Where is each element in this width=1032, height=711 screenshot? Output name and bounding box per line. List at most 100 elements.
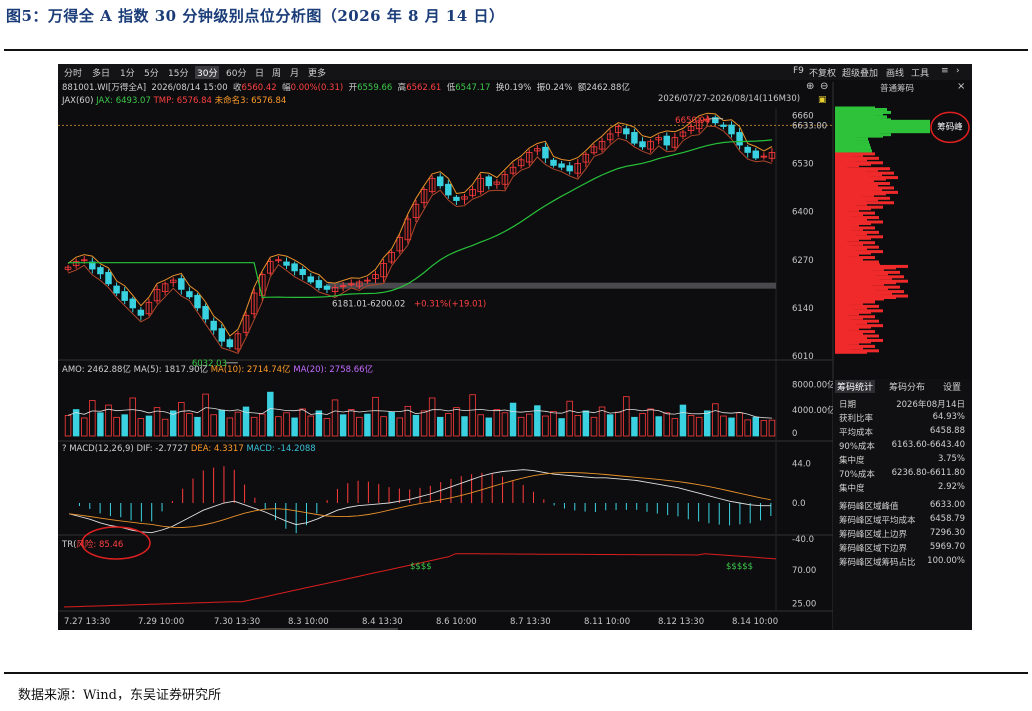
volume-bar <box>372 396 379 437</box>
volume-bar <box>663 412 671 437</box>
period-tab[interactable]: 15分 <box>168 66 188 79</box>
tab-settings[interactable]: 设置 <box>943 380 961 393</box>
volume-bar <box>234 411 242 437</box>
support-band <box>328 282 776 289</box>
arrow-circle-icon[interactable]: ⊖ <box>820 81 828 92</box>
volume-bar <box>153 407 161 437</box>
tools-button[interactable]: 工具 <box>911 66 929 79</box>
volume-bar <box>121 414 128 437</box>
volume-bar <box>720 415 727 437</box>
more-menu[interactable]: 更多 <box>308 66 326 79</box>
amo-ma20: MA(20): 2758.66亿 <box>293 365 374 375</box>
volume-bar <box>202 393 209 437</box>
volume-bar <box>339 414 347 437</box>
period-tab-active[interactable]: 30分 <box>195 66 220 79</box>
amplitude-value: 0.24% <box>545 83 573 93</box>
close-icon[interactable]: × <box>957 81 965 92</box>
adjust-select[interactable]: 不复权 <box>809 66 836 79</box>
peak-label: 6650.94 <box>675 116 710 126</box>
stats-key: 获利比率 <box>839 414 874 424</box>
volume-bar <box>736 412 743 437</box>
candle-body <box>194 294 201 309</box>
volume-bar <box>582 410 590 437</box>
low-value: 6547.17 <box>455 83 491 93</box>
stats-value: 6236.80-6611.80 <box>891 468 965 478</box>
chip-tab[interactable]: 普通筹码 <box>880 82 914 94</box>
macd-line: ? MACD(12,26,9) DIF: -2.7727 DEA: 4.3317… <box>62 444 316 454</box>
tab-chip-stats[interactable]: 筹码统计 <box>835 380 876 393</box>
volume-bar <box>299 408 306 437</box>
candle-body <box>436 176 444 187</box>
volume-bar <box>145 415 153 437</box>
bottom-rule <box>4 672 1028 674</box>
amo-axis-label: 4000.00亿 <box>792 405 836 416</box>
open-value: 6559.66 <box>357 83 393 93</box>
volume-bar <box>768 419 776 437</box>
amo-ma5: MA(5): 1817.90亿 <box>133 365 209 375</box>
volume-bar <box>687 414 695 437</box>
candle-body <box>121 291 128 301</box>
indicator-line: JAX(60) JAX: 6493.07 TMP: 6576.84 未命名3: … <box>62 94 286 106</box>
candle-body <box>105 271 112 285</box>
draw-line-button[interactable]: 画线 <box>886 66 904 79</box>
amo-label: AMO: 2462.88亿 <box>62 365 131 375</box>
volume-bar <box>606 414 614 437</box>
price-axis-label: 6400 <box>792 208 814 218</box>
volume-bar <box>671 418 679 437</box>
stats-key: 日期 <box>839 400 857 410</box>
candle-body <box>218 328 226 342</box>
high-value: 6562.61 <box>406 83 442 93</box>
price-axis-label: 6010 <box>792 352 814 362</box>
close-label: 收 <box>233 83 242 93</box>
tr-axis-label: 25.00 <box>792 599 816 609</box>
volume-bar <box>461 416 468 437</box>
tab-chip-distribution[interactable]: 筹码分布 <box>889 380 925 393</box>
candle-body <box>550 159 557 166</box>
menu-icon[interactable]: ≡ <box>941 66 949 76</box>
candle-body <box>744 146 751 153</box>
period-tab[interactable]: 分时 <box>64 66 82 79</box>
period-tab[interactable]: 1分 <box>120 66 135 79</box>
candle-body <box>283 261 290 266</box>
period-tab[interactable]: 60分 <box>226 66 246 79</box>
period-tab[interactable]: 月 <box>290 66 299 79</box>
volume-bar <box>517 416 525 437</box>
amount-label: 额 <box>577 83 587 93</box>
overlay-button[interactable]: 超级叠加 <box>842 66 878 79</box>
tr-risk: 风险: 85.46 <box>76 540 124 550</box>
candle-body <box>736 132 743 146</box>
macd-axis-label: -40.0 <box>792 535 814 545</box>
macd-label: MACD(12,26,9) <box>69 444 134 454</box>
amount-value: 2462.88亿 <box>586 83 630 93</box>
candle-body <box>307 276 315 283</box>
sell-signal-mark: $$$$$ <box>726 562 753 572</box>
volume-bar <box>509 402 517 437</box>
f9-button[interactable]: F9 <box>793 66 804 76</box>
period-tab[interactable]: 周 <box>272 66 281 79</box>
candle-body <box>728 124 735 135</box>
volume-bar <box>655 416 662 437</box>
candle-body <box>226 339 234 348</box>
tr-label: TR( <box>62 540 77 550</box>
volume-bar <box>412 414 420 437</box>
volume-bar <box>436 416 444 437</box>
chevron-right-icon[interactable]: › <box>956 66 960 76</box>
stats-value: 2026年08月14日 <box>896 400 965 410</box>
period-tab[interactable]: 多日 <box>92 66 110 79</box>
volume-bar <box>275 416 282 437</box>
period-tab[interactable]: 日 <box>255 66 264 79</box>
period-tab[interactable]: 5分 <box>144 66 159 79</box>
add-icon[interactable]: ⊕ <box>806 81 814 92</box>
chip-bar <box>835 106 875 110</box>
source-note: 数据来源：Wind，东吴证券研究所 <box>18 688 221 703</box>
volume-bar <box>250 416 258 437</box>
macd-question-icon[interactable]: ? <box>62 444 67 454</box>
volume-bar <box>226 417 234 437</box>
candle-body <box>202 305 209 320</box>
volume-bar <box>631 416 638 437</box>
volume-bar <box>97 412 104 437</box>
stats-key: 集中度 <box>839 484 865 494</box>
lock-icon[interactable]: ▣ <box>818 95 827 105</box>
amo-axis-label: 0 <box>792 429 797 439</box>
candle-body <box>137 309 145 316</box>
